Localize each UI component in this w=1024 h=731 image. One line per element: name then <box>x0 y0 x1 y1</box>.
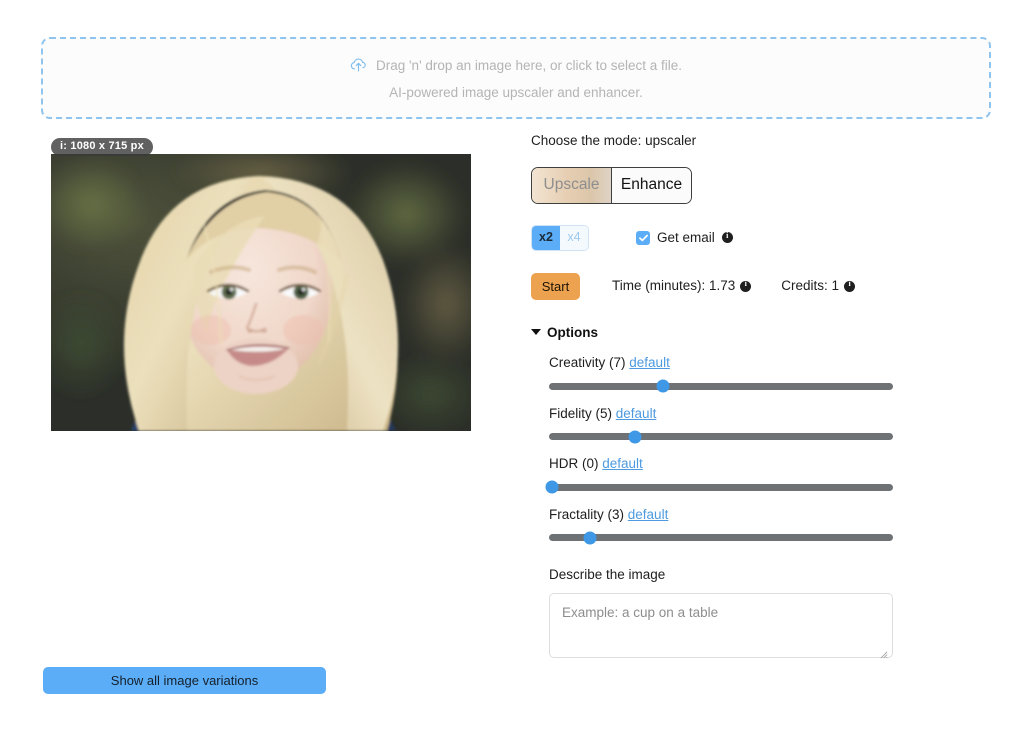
slider-creativity-track[interactable] <box>549 383 893 390</box>
credits-cost: Credits: 1 <box>781 279 855 293</box>
slider-creativity: Creativity (7) default <box>549 356 931 390</box>
describe-image-input[interactable] <box>549 593 893 658</box>
slider-fractality: Fractality (3) default <box>549 508 931 542</box>
slider-fidelity-value-text: Fidelity (5) <box>549 406 612 421</box>
slider-fidelity-thumb[interactable] <box>629 430 642 443</box>
slider-fidelity-default-link[interactable]: default <box>616 406 657 421</box>
mode-option-enhance[interactable]: Enhance <box>612 168 691 203</box>
chevron-down-icon <box>531 329 541 335</box>
preview-image[interactable] <box>51 154 471 431</box>
slider-fractality-value-text: Fractality (3) <box>549 507 624 522</box>
scale-and-email-row: x2 x4 Get email <box>531 225 931 251</box>
slider-creativity-value-text: Creativity (7) <box>549 355 626 370</box>
slider-fractality-default-link[interactable]: default <box>628 507 669 522</box>
image-dimension-badge: i: 1080 x 715 px <box>51 138 153 156</box>
slider-hdr: HDR (0) default <box>549 457 931 491</box>
credits-info-icon[interactable] <box>844 281 855 292</box>
slider-hdr-thumb[interactable] <box>546 481 559 494</box>
slider-fractality-label: Fractality (3) default <box>549 508 931 522</box>
slider-creativity-default-link[interactable]: default <box>629 355 670 370</box>
controls-panel: Choose the mode: upscaler Upscale Enhanc… <box>531 134 931 663</box>
slider-fractality-track[interactable] <box>549 534 893 541</box>
options-section-toggle[interactable]: Options <box>531 326 931 340</box>
credits-cost-text: Credits: 1 <box>781 279 839 293</box>
time-estimate-text: Time (minutes): 1.73 <box>612 279 735 293</box>
scale-option-x4[interactable]: x4 <box>560 226 588 250</box>
slider-fidelity-track[interactable] <box>549 433 893 440</box>
time-estimate: Time (minutes): 1.73 <box>612 279 751 293</box>
get-email-info-icon[interactable] <box>722 232 733 243</box>
time-info-icon[interactable] <box>740 281 751 292</box>
options-section-label: Options <box>547 326 598 340</box>
get-email-label: Get email <box>657 231 715 245</box>
dropzone-primary-row: Drag 'n' drop an image here, or click to… <box>350 57 682 75</box>
slider-hdr-track[interactable] <box>549 484 893 491</box>
image-dropzone[interactable]: Drag 'n' drop an image here, or click to… <box>41 37 991 119</box>
mode-switch[interactable]: Upscale Enhance <box>531 167 692 204</box>
slider-hdr-label: HDR (0) default <box>549 457 931 471</box>
get-email-group: Get email <box>636 231 733 245</box>
dropzone-primary-text: Drag 'n' drop an image here, or click to… <box>376 59 682 73</box>
slider-hdr-value-text: HDR (0) <box>549 456 599 471</box>
slider-fidelity-label: Fidelity (5) default <box>549 407 931 421</box>
slider-fidelity: Fidelity (5) default <box>549 407 931 441</box>
dropzone-secondary-text: AI-powered image upscaler and enhancer. <box>389 86 643 100</box>
scale-switch[interactable]: x2 x4 <box>531 225 589 251</box>
slider-fractality-thumb[interactable] <box>584 531 597 544</box>
slider-creativity-label: Creativity (7) default <box>549 356 931 370</box>
describe-image-wrapper <box>531 582 893 663</box>
slider-hdr-default-link[interactable]: default <box>602 456 643 471</box>
check-icon <box>639 234 648 242</box>
start-row: Start Time (minutes): 1.73 Credits: 1 <box>531 273 931 300</box>
cloud-upload-icon <box>350 57 367 75</box>
scale-option-x2[interactable]: x2 <box>532 226 560 250</box>
mode-option-upscale[interactable]: Upscale <box>532 168 612 203</box>
mode-label: Choose the mode: upscaler <box>531 134 931 148</box>
start-button[interactable]: Start <box>531 273 580 300</box>
slider-creativity-thumb[interactable] <box>656 380 669 393</box>
describe-image-label: Describe the image <box>549 568 931 582</box>
get-email-checkbox[interactable] <box>636 231 650 245</box>
show-all-image-variations-button[interactable]: Show all image variations <box>43 667 326 694</box>
